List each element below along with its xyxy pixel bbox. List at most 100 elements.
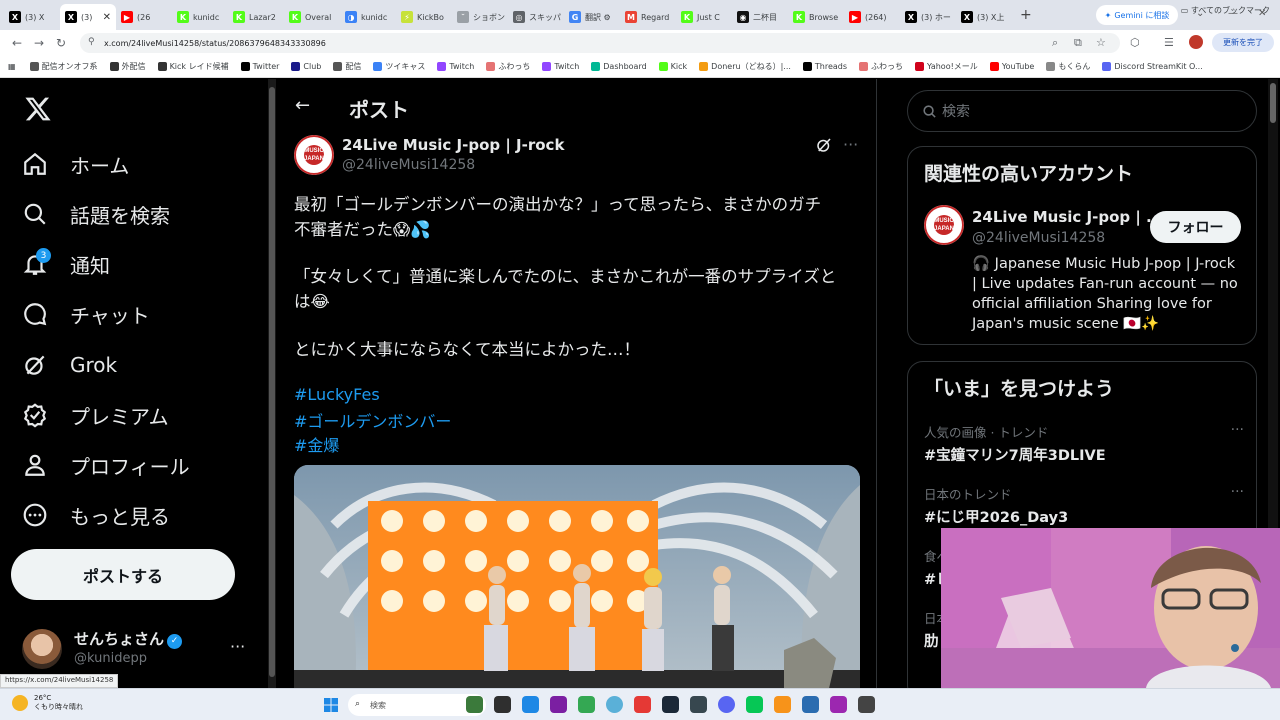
bookmark-item[interactable]: ツイキャス [373, 61, 425, 72]
nav-grok[interactable]: Grok [22, 347, 117, 383]
nav-premium[interactable]: プレミアム [22, 397, 169, 433]
taskbar-app-icon[interactable] [662, 696, 679, 713]
tab-search-icon[interactable]: ☰ [1164, 36, 1174, 49]
browser-tab[interactable]: ⚡ KickBo [396, 4, 452, 30]
taskbar-app-icon[interactable] [606, 696, 623, 713]
bookmark-item[interactable]: Yahoo!メール [915, 61, 978, 72]
trend-more-icon[interactable]: ··· [1231, 422, 1244, 438]
bookmark-item[interactable]: 外配信 [109, 61, 146, 72]
nav-explore[interactable]: 話題を検索 [22, 196, 170, 232]
bookmark-item[interactable]: 配信 [333, 61, 361, 72]
taskbar-app-icon[interactable] [634, 696, 651, 713]
bookmark-item[interactable]: Dashboard [591, 62, 647, 71]
browser-tab[interactable]: ◉ 二杯目 [732, 4, 788, 30]
taskbar-app-icon[interactable] [858, 696, 875, 713]
extensions-icon[interactable]: ⬡ [1130, 36, 1140, 49]
author-name[interactable]: 24Live Music J-pop | J-rock [342, 136, 564, 154]
browser-tab[interactable]: M Regard [620, 4, 676, 30]
bookmark-item[interactable]: Doneru（どねる）|... [699, 61, 791, 72]
bookmark-item[interactable]: YouTube [989, 62, 1034, 71]
bookmark-item[interactable]: 配信オンオフ系 [29, 61, 98, 72]
gemini-button[interactable]: ✦ Gemini に相談 [1096, 5, 1178, 25]
taskbar-app-icon[interactable] [690, 696, 707, 713]
bookmark-item[interactable]: Discord StreamKit O... [1102, 62, 1203, 71]
hashtag-link[interactable]: #LuckyFes [294, 385, 380, 404]
bookmark-item[interactable]: Threads [802, 62, 847, 71]
nav-home[interactable]: ホーム [22, 146, 129, 182]
browser-tab[interactable]: G 翻訳 ⚙ [564, 4, 620, 30]
forward-icon[interactable]: → [28, 36, 50, 50]
taskbar-app-icon[interactable] [494, 696, 511, 713]
hashtag-link[interactable]: #ゴールデンボンバー [294, 408, 451, 432]
bookmark-item[interactable]: ふわっち [859, 61, 903, 72]
browser-tab[interactable]: X (3) X上 [956, 4, 1012, 30]
taskbar-app-icon[interactable] [466, 696, 483, 713]
account-switcher[interactable]: せんちょさん ✓ @kunidepp ··· [22, 627, 252, 671]
trend-item[interactable]: 人気の画像 · トレンド #宝鐘マリン7周年3DLIVE ··· [924, 422, 1244, 465]
bookmark-item[interactable]: Twitter [240, 62, 279, 71]
search-input[interactable]: 検索 [907, 90, 1257, 132]
update-button[interactable]: 更新を完了 [1212, 33, 1274, 52]
post-media-image[interactable] [294, 465, 860, 688]
browser-tab[interactable]: K Just C [676, 4, 732, 30]
taskbar-app-icon[interactable] [774, 696, 791, 713]
bookmark-item[interactable]: Kick レイド候補 [157, 61, 229, 72]
reload-icon[interactable]: ↻ [50, 36, 72, 50]
grok-explain-icon[interactable] [815, 136, 833, 154]
related-avatar[interactable]: MUSIC JAPAN [924, 205, 964, 245]
browser-tab[interactable]: ▶ (26 [116, 4, 172, 30]
new-tab-button[interactable]: + [1020, 7, 1032, 23]
bookmark-item[interactable]: Twitch [542, 62, 579, 71]
browser-tab[interactable]: X (3) X [4, 4, 60, 30]
taskbar-app-icon[interactable] [550, 696, 567, 713]
taskbar-app-icon[interactable] [718, 696, 735, 713]
back-icon[interactable]: ← [6, 36, 28, 50]
browser-tab[interactable]: X (3) ✕ [60, 4, 116, 30]
taskbar-app-icon[interactable] [522, 696, 539, 713]
nav-profile[interactable]: プロフィール [22, 447, 190, 483]
browser-tab[interactable]: K Overal [284, 4, 340, 30]
more-options-icon[interactable]: ··· [230, 637, 245, 656]
browser-tab[interactable]: K Browse [788, 4, 844, 30]
chrome-profile-avatar[interactable] [1189, 35, 1203, 49]
nav-chat[interactable]: チャット [22, 296, 150, 332]
bookmark-item[interactable]: Twitch [437, 62, 474, 71]
hashtag-link[interactable]: #金爆 [294, 432, 339, 456]
zoom-icon[interactable]: ⌕ [1052, 36, 1058, 50]
bookmark-star-icon[interactable]: ☆ [1096, 36, 1106, 49]
close-tab-icon[interactable]: ✕ [103, 12, 111, 23]
bookmark-item[interactable]: ふわっち [486, 61, 530, 72]
scrollbar[interactable] [268, 79, 276, 688]
bookmark-item[interactable]: Club [291, 62, 321, 71]
related-name[interactable]: 24Live Music J-pop | ... [972, 208, 1163, 226]
browser-tab[interactable]: K Lazar2 [228, 4, 284, 30]
bookmark-item[interactable]: Kick [658, 62, 687, 71]
taskbar-app-icon[interactable] [578, 696, 595, 713]
post-button[interactable]: ポストする [11, 549, 235, 600]
trend-item[interactable]: 日本のトレンド #にじ甲2026_Day3 ··· [924, 484, 1244, 527]
all-bookmarks[interactable]: ▭ すべてのブックマーク [1181, 5, 1270, 16]
install-icon[interactable]: ⧉ [1074, 36, 1082, 50]
apps-icon[interactable]: ▦ [8, 62, 16, 71]
taskbar-app-icon[interactable] [802, 696, 819, 713]
address-bar[interactable]: ⚲ x.com/24liveMusi14258/status/208637964… [80, 33, 1120, 53]
windows-start-icon[interactable] [324, 698, 338, 712]
browser-tab[interactable]: ˘ ショボン [452, 4, 508, 30]
browser-tab[interactable]: ◑ kunidc [340, 4, 396, 30]
taskbar-app-icon[interactable] [830, 696, 847, 713]
browser-tab[interactable]: X (3) ホー [900, 4, 956, 30]
author-handle[interactable]: @24liveMusi14258 [342, 157, 475, 173]
back-arrow-icon[interactable]: ← [295, 95, 310, 116]
author-avatar[interactable]: MUSIC JAPAN [294, 135, 334, 175]
post-more-icon[interactable]: ··· [843, 135, 858, 154]
browser-tab[interactable]: ◎ スキッパ [508, 4, 564, 30]
browser-tab[interactable]: Kkunidc [172, 4, 228, 30]
x-logo-icon[interactable] [24, 95, 52, 123]
nav-notifications[interactable]: 3 通知 [22, 246, 110, 282]
browser-tab[interactable]: ▶ (264) [844, 4, 900, 30]
bookmark-item[interactable]: もくらん [1046, 61, 1090, 72]
follow-button[interactable]: フォロー [1150, 211, 1241, 243]
site-info-icon[interactable]: ⚲ [88, 37, 95, 47]
related-handle[interactable]: @24liveMusi14258 [972, 230, 1105, 246]
taskbar-app-icon[interactable] [746, 696, 763, 713]
